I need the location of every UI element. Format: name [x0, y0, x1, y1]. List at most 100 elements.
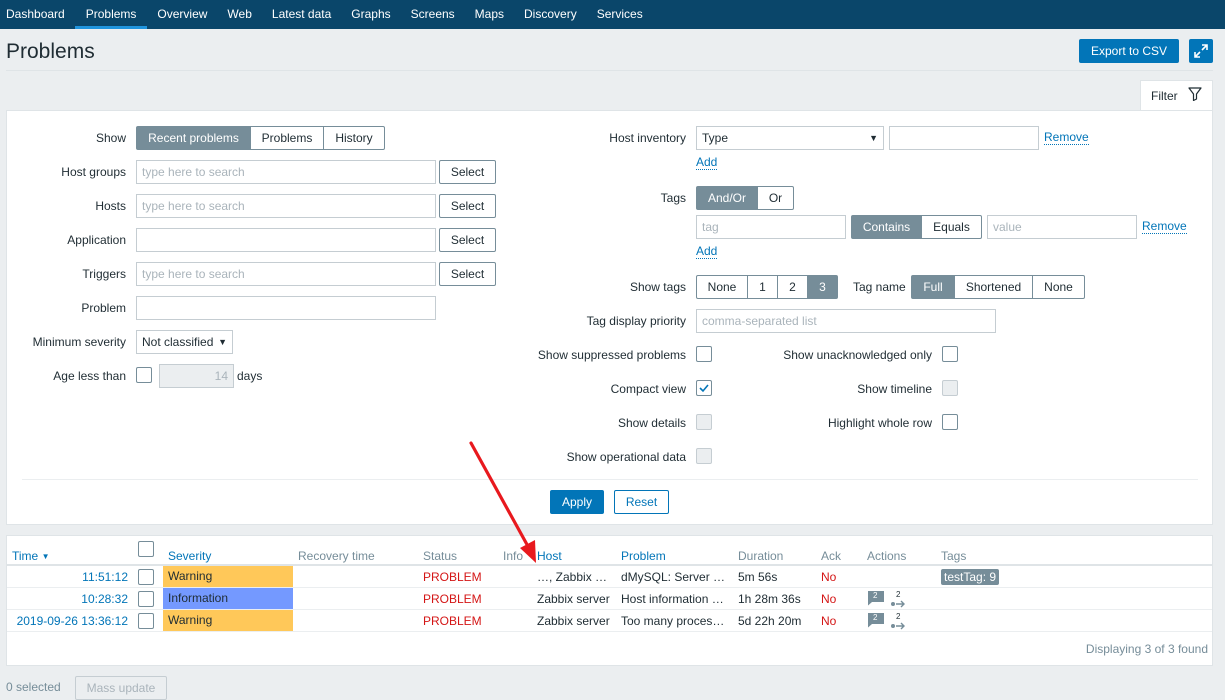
show-tags-3[interactable]: 3 — [808, 275, 838, 299]
col-time-header[interactable]: Time ▼ — [12, 549, 50, 563]
col-problem-header[interactable]: Problem — [621, 549, 666, 563]
row3-problem[interactable]: Too many proces… — [621, 614, 729, 628]
row2-ack-link[interactable]: No — [821, 592, 837, 606]
row2-problem[interactable]: Host information … — [621, 592, 729, 606]
nav-latest-data[interactable]: Latest data — [262, 0, 341, 29]
host-groups-select-button[interactable]: Select — [439, 160, 496, 184]
show-history[interactable]: History — [324, 126, 385, 150]
show-timeline-checkbox[interactable] — [942, 380, 958, 396]
tag-add-link[interactable]: Add — [696, 245, 718, 259]
nav-overview[interactable]: Overview — [147, 0, 217, 29]
row1-duration: 5m 56s — [738, 570, 778, 584]
host-inventory-remove-link[interactable]: Remove — [1044, 131, 1089, 145]
min-severity-select[interactable]: Not classified ▼ — [136, 330, 233, 354]
show-tags-2[interactable]: 2 — [778, 275, 808, 299]
tag-value-input[interactable]: value — [987, 215, 1137, 239]
show-recent-problems[interactable]: Recent problems — [136, 126, 251, 150]
hosts-input[interactable]: type here to search — [136, 194, 436, 218]
tag-name-input[interactable]: tag — [696, 215, 846, 239]
host-inventory-add-link[interactable]: Add — [696, 156, 718, 170]
row2-messages-icon[interactable]: 2 — [868, 591, 885, 609]
row1-host-name[interactable]: Zabbix … — [555, 570, 608, 584]
filter-tab[interactable]: Filter — [1140, 80, 1213, 111]
show-suppressed-checkbox[interactable] — [696, 346, 712, 362]
fullscreen-icon — [1194, 44, 1208, 58]
tags-or[interactable]: Or — [758, 186, 794, 210]
row2-host-name[interactable]: Zabbix server — [537, 592, 610, 606]
highlight-row-checkbox[interactable] — [942, 414, 958, 430]
tags-and-or[interactable]: And/Or — [696, 186, 758, 210]
show-unack-checkbox[interactable] — [942, 346, 958, 362]
row3-ack-link[interactable]: No — [821, 614, 837, 628]
row1-host-prefix[interactable]: … — [537, 570, 549, 584]
row1-problem-text[interactable]: dMySQL: Server … — [621, 570, 726, 584]
row2-ack[interactable]: No — [821, 592, 837, 606]
triggers-select-button[interactable]: Select — [439, 262, 496, 286]
host-inventory-type-select[interactable]: Type ▼ — [696, 126, 884, 150]
tag-name-none[interactable]: None — [1033, 275, 1085, 299]
nav-dashboard[interactable]: Dashboard — [6, 0, 75, 29]
row3-host-name[interactable]: Zabbix server — [537, 614, 610, 628]
row3-problem-text[interactable]: Too many proces… — [621, 614, 725, 628]
triggers-input[interactable]: type here to search — [136, 262, 436, 286]
tag-op-contains[interactable]: Contains — [851, 215, 922, 239]
nav-problems[interactable]: Problems — [74, 0, 148, 29]
nav-services[interactable]: Services — [587, 0, 653, 29]
application-select-button[interactable]: Select — [439, 228, 496, 252]
show-tags-1[interactable]: 1 — [748, 275, 778, 299]
row3-message-count: 2 — [873, 613, 878, 622]
row1-problem[interactable]: dMySQL: Server … — [621, 570, 729, 584]
host-inventory-value-input[interactable] — [889, 126, 1039, 150]
row2-message-count: 2 — [873, 591, 878, 600]
row1-ack-link[interactable]: No — [821, 570, 837, 584]
row2-time[interactable]: 10:28:32 — [10, 592, 128, 606]
col-duration-header: Duration — [738, 549, 784, 563]
show-details-checkbox[interactable] — [696, 414, 712, 430]
row2-problem-text[interactable]: Host information … — [621, 592, 724, 606]
compact-view-checkbox[interactable] — [696, 380, 712, 396]
select-all-checkbox[interactable] — [138, 541, 154, 557]
nav-discovery[interactable]: Discovery — [514, 0, 587, 29]
show-opdata-checkbox[interactable] — [696, 448, 712, 464]
tag-priority-input[interactable]: comma-separated list — [696, 309, 996, 333]
row1-ack[interactable]: No — [821, 570, 837, 584]
tags-label: Tags — [660, 191, 686, 205]
application-input[interactable] — [136, 228, 436, 252]
tag-name-shortened[interactable]: Shortened — [955, 275, 1033, 299]
row3-time[interactable]: 2019-09-26 13:36:12 — [10, 614, 128, 628]
tag-remove-link[interactable]: Remove — [1142, 220, 1187, 234]
col-severity-header[interactable]: Severity — [168, 549, 211, 563]
row3-messages-icon[interactable]: 2 — [868, 613, 885, 631]
show-problems[interactable]: Problems — [251, 126, 324, 150]
min-severity-label: Minimum severity — [32, 335, 126, 349]
apply-button[interactable]: Apply — [550, 490, 604, 514]
row2-actions-icon[interactable]: 2 — [890, 590, 908, 608]
dropdown-arrow-icon: ▼ — [869, 133, 878, 143]
export-csv-button[interactable]: Export to CSV — [1079, 39, 1179, 63]
row3-actions-icon[interactable]: 2 — [890, 612, 908, 630]
col-host-header[interactable]: Host — [537, 549, 562, 563]
tag-name-full[interactable]: Full — [911, 275, 955, 299]
reset-button[interactable]: Reset — [614, 490, 669, 514]
host-groups-input[interactable]: type here to search — [136, 160, 436, 184]
show-tags-none[interactable]: None — [696, 275, 748, 299]
row2-host[interactable]: Zabbix server — [537, 592, 610, 606]
row1-time[interactable]: 11:51:12 — [10, 570, 128, 584]
tag-op-equals[interactable]: Equals — [922, 215, 982, 239]
age-checkbox[interactable] — [136, 367, 152, 383]
nav-maps[interactable]: Maps — [465, 0, 514, 29]
row1-checkbox[interactable] — [138, 569, 154, 585]
mass-update-button[interactable]: Mass update — [75, 676, 167, 700]
hosts-select-button[interactable]: Select — [439, 194, 496, 218]
nav-screens[interactable]: Screens — [401, 0, 465, 29]
nav-graphs[interactable]: Graphs — [341, 0, 400, 29]
age-days-input[interactable]: 14 — [159, 364, 234, 388]
nav-web[interactable]: Web — [217, 0, 261, 29]
row3-host[interactable]: Zabbix server — [537, 614, 610, 628]
row2-checkbox[interactable] — [138, 591, 154, 607]
row1-host[interactable]: …, Zabbix … — [537, 570, 608, 584]
fullscreen-button[interactable] — [1189, 39, 1213, 63]
row3-ack[interactable]: No — [821, 614, 837, 628]
row3-checkbox[interactable] — [138, 613, 154, 629]
problem-input[interactable] — [136, 296, 436, 320]
